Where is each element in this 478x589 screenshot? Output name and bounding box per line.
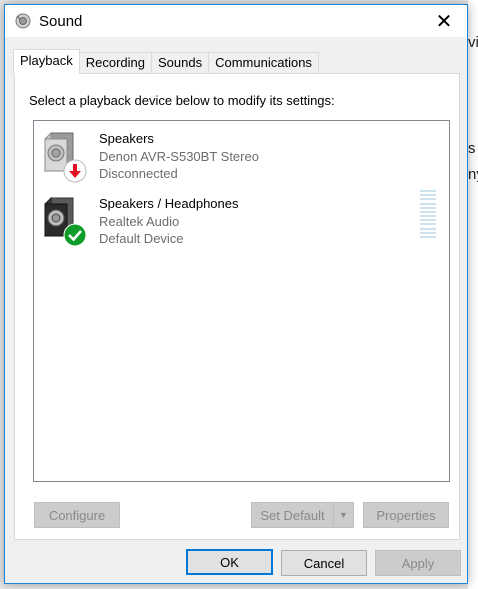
configure-button[interactable]: Configure <box>34 502 120 528</box>
set-default-button-label: Set Default <box>260 507 325 523</box>
instruction-text: Select a playback device below to modify… <box>29 93 335 108</box>
default-device-check-icon <box>63 223 87 247</box>
device-item[interactable]: Speakers / Headphones Realtek Audio Defa… <box>34 186 449 247</box>
close-icon: ✕ <box>435 10 453 33</box>
cancel-button-label: Cancel <box>303 555 345 571</box>
tab-communications[interactable]: Communications <box>208 52 319 73</box>
speaker-icon <box>15 13 31 29</box>
apply-button[interactable]: Apply <box>375 550 461 576</box>
device-description: Realtek Audio <box>99 214 180 229</box>
playback-panel: Select a playback device below to modify… <box>14 73 460 540</box>
apply-button-label: Apply <box>401 555 435 571</box>
properties-button-label: Properties <box>376 507 436 523</box>
cancel-button[interactable]: Cancel <box>281 550 367 576</box>
device-list[interactable]: Speakers Denon AVR-S530BT Stereo Disconn… <box>33 120 450 482</box>
device-item[interactable]: Speakers Denon AVR-S530BT Stereo Disconn… <box>34 121 449 183</box>
properties-button[interactable]: Properties <box>363 502 449 528</box>
device-name: Speakers / Headphones <box>99 196 239 211</box>
title-bar: Sound ✕ <box>5 5 467 37</box>
disconnected-icon <box>63 159 87 183</box>
chevron-down-icon: ▼ <box>339 510 348 520</box>
volume-level-meter <box>420 190 436 238</box>
background-fragment: s <box>468 140 476 157</box>
background-fragment: ny <box>468 166 478 183</box>
set-default-button[interactable]: Set Default <box>251 502 334 528</box>
ok-button-label: OK <box>220 554 239 570</box>
close-button[interactable]: ✕ <box>421 5 467 37</box>
tab-strip: Playback Recording Sounds Communications <box>13 49 319 74</box>
tab-playback[interactable]: Playback <box>13 49 80 74</box>
tab-sounds[interactable]: Sounds <box>151 52 210 73</box>
background-fragment: vi <box>468 34 478 51</box>
tab-recording[interactable]: Recording <box>78 52 153 73</box>
configure-button-label: Configure <box>48 507 106 523</box>
background-window <box>468 0 478 589</box>
device-status: Disconnected <box>99 166 178 181</box>
device-name: Speakers <box>99 131 154 146</box>
device-status: Default Device <box>99 231 184 246</box>
ok-button[interactable]: OK <box>186 549 273 575</box>
device-description: Denon AVR-S530BT Stereo <box>99 149 259 164</box>
set-default-dropdown-button[interactable]: ▼ <box>333 502 354 528</box>
sound-dialog: Sound ✕ Playback Recording Sounds Commun… <box>4 4 468 584</box>
window-title: Sound <box>39 13 83 30</box>
